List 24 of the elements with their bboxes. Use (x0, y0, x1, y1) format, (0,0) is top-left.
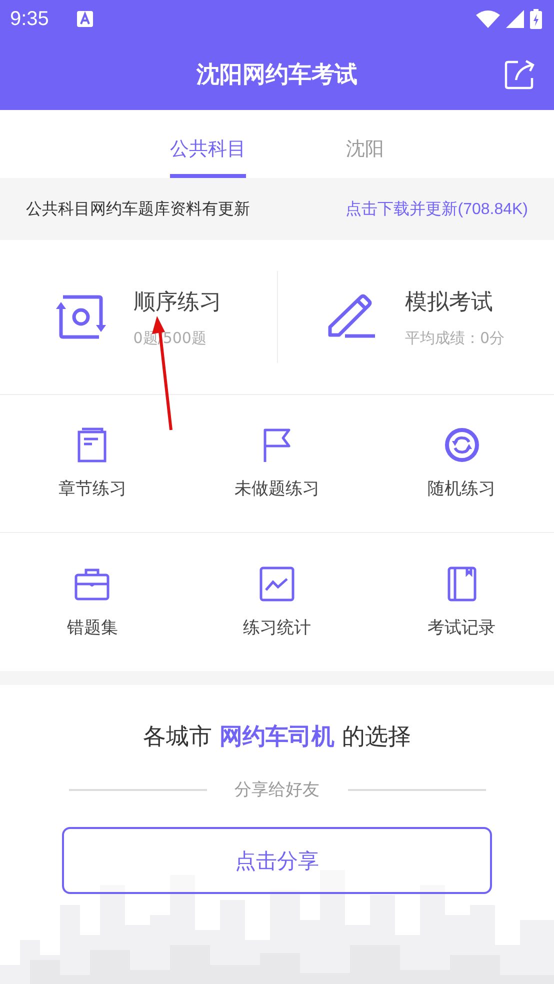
menu-label[interactable]: 练习统计 (242, 616, 311, 638)
feature-title[interactable]: 顺序练习 (133, 286, 222, 316)
menu-label[interactable]: 随机练习 (428, 477, 496, 500)
menu-label[interactable]: 错题集 (66, 616, 118, 638)
feature-subtitle: 平均成绩：0分 (404, 328, 505, 348)
menu-label[interactable]: 章节练习 (58, 477, 126, 500)
status-time: 9:35 (10, 8, 49, 30)
notice-text: 公共科目网约车题库资料有更新 (26, 198, 250, 220)
battery-icon (530, 9, 542, 29)
wifi-icon (476, 10, 500, 28)
menu-label[interactable]: 未做题练习 (234, 477, 320, 500)
app-title: 沈阳网约车考试 (196, 60, 358, 90)
menu-label[interactable]: 考试记录 (428, 616, 496, 638)
feature-title[interactable]: 模拟考试 (404, 286, 505, 316)
share-button[interactable]: 点击分享 (62, 827, 492, 894)
signal-icon (506, 10, 524, 28)
share-prompt: 分享给好友 (234, 779, 320, 801)
refresh-circle-icon[interactable] (444, 427, 480, 463)
line-chart-icon[interactable] (258, 566, 295, 602)
rotate-frame-icon[interactable] (55, 293, 108, 341)
share-icon[interactable] (504, 58, 536, 90)
download-link[interactable]: 点击下载并更新(708.84K) (346, 198, 528, 220)
promo-headline: 各城市 网约车司机 的选择 (143, 723, 411, 752)
notification-icon (76, 11, 93, 27)
